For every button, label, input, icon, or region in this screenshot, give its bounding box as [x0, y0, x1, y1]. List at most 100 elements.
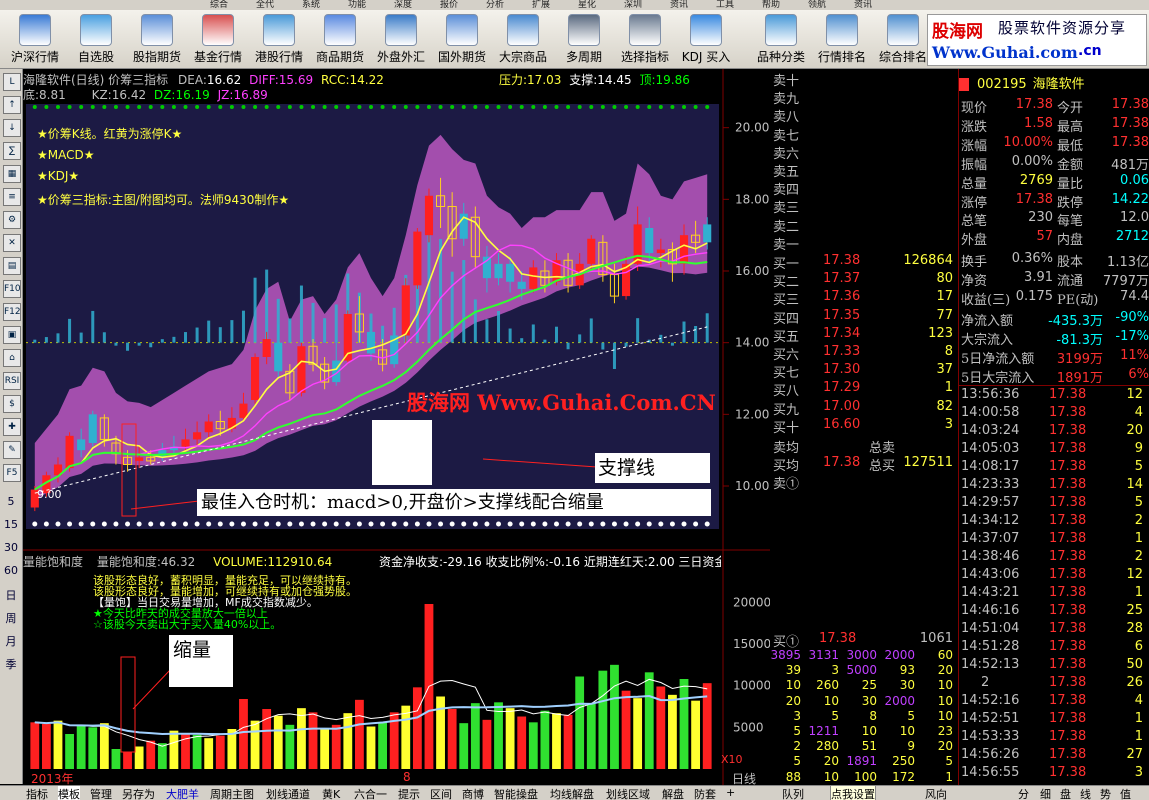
bottom-tab-8[interactable]: 六合一 [354, 786, 387, 800]
toolbar-button-10[interactable]: 选择指标 [614, 14, 676, 66]
sell-level-9[interactable]: 卖九 [773, 88, 799, 107]
sell-level-10[interactable]: 卖十 [773, 70, 799, 89]
bottom-right-tab-7[interactable]: 势 [1100, 786, 1111, 800]
left-tool-25[interactable]: 季 [2, 656, 20, 672]
buy-queue-header[interactable]: 买① 17.38 1061 [773, 631, 955, 650]
toolbar-button-11[interactable]: KDJ 买入 [675, 14, 737, 66]
buy-level-1[interactable]: 买一 17.38 126864 [773, 253, 955, 272]
bottom-right-tab-4[interactable]: 细 [1040, 786, 1051, 800]
left-tool-20[interactable]: 30 [2, 541, 20, 554]
toolbar-button-13[interactable]: 行情排名 [811, 14, 873, 66]
toolbar-button-12[interactable]: 品种分类 [750, 14, 812, 66]
menu-item-0[interactable]: 综合 [210, 0, 228, 10]
menu-item-7[interactable]: 扩展 [532, 0, 550, 10]
left-tool-12[interactable]: ⌂ [3, 349, 21, 367]
left-tool-11[interactable]: ▣ [3, 326, 21, 344]
left-tool-17[interactable]: F5 [3, 464, 21, 482]
left-tool-24[interactable]: 月 [2, 633, 20, 649]
toolbar-button-1[interactable]: 自选股 [65, 14, 127, 66]
menu-item-10[interactable]: 资讯 [670, 0, 688, 10]
toolbar-button-7[interactable]: 国外期货 [431, 14, 493, 66]
left-tool-1[interactable]: ↑ [3, 96, 21, 114]
bottom-right-tab-3[interactable]: 分 [1018, 786, 1029, 800]
bottom-tab-11[interactable]: 商博 [462, 786, 484, 800]
sell-level-4[interactable]: 卖四 [773, 179, 799, 198]
sell-level-6[interactable]: 卖六 [773, 143, 799, 162]
left-tool-6[interactable]: ⚙ [3, 211, 21, 229]
bottom-tab-15[interactable]: 解盘 [662, 786, 684, 800]
bottom-tab-0[interactable]: 指标 [26, 786, 48, 800]
menu-item-9[interactable]: 深圳 [624, 0, 642, 10]
left-tool-3[interactable]: ∑ [3, 142, 21, 160]
toolbar-button-0[interactable]: 沪深行情 [4, 14, 66, 66]
buy-level-7[interactable]: 买七 17.30 37 [773, 362, 955, 381]
bottom-tab-10[interactable]: 区间 [430, 786, 452, 800]
left-tool-14[interactable]: $ [3, 395, 21, 413]
left-tool-13[interactable]: RSI [3, 372, 21, 390]
bottom-right-tab-5[interactable]: 盘 [1060, 786, 1071, 800]
left-tool-22[interactable]: 日 [2, 587, 20, 603]
buy-level-8[interactable]: 买八 17.29 1 [773, 380, 955, 399]
buy-level-5[interactable]: 买五 17.34 123 [773, 326, 955, 345]
bottom-right-tab-1[interactable]: 点我设置 [830, 786, 876, 800]
bottom-tab-16[interactable]: 防套 [694, 786, 716, 800]
bottom-right-tab-0[interactable]: 队列 [782, 786, 804, 800]
sell-level-8[interactable]: 卖八 [773, 106, 799, 125]
bottom-tab-2[interactable]: 管理 [90, 786, 112, 800]
toolbar-button-4[interactable]: 港股行情 [248, 14, 310, 66]
menu-item-13[interactable]: 领航 [808, 0, 826, 10]
left-tool-9[interactable]: F10 [3, 280, 21, 298]
sell-level-5[interactable]: 卖五 [773, 161, 799, 180]
toolbar-button-6[interactable]: 外盘外汇 [370, 14, 432, 66]
toolbar-button-2[interactable]: 股指期货 [126, 14, 188, 66]
buy-level-6[interactable]: 买六 17.33 8 [773, 344, 955, 363]
toolbar-button-3[interactable]: 基金行情 [187, 14, 249, 66]
menu-item-4[interactable]: 深度 [394, 0, 412, 10]
left-tool-0[interactable]: L [3, 73, 21, 91]
toolbar-button-8[interactable]: 大宗商品 [492, 14, 554, 66]
buy-level-2[interactable]: 买二 17.37 80 [773, 271, 955, 290]
bottom-tab-6[interactable]: 划线通道 [266, 786, 310, 800]
buy-level-10[interactable]: 买十 16.60 3 [773, 417, 955, 436]
bottom-right-tab-2[interactable]: 风向 [925, 786, 947, 800]
left-tool-16[interactable]: ✎ [3, 441, 21, 459]
bottom-tab-14[interactable]: 划线区域 [606, 786, 650, 800]
bottom-tab-7[interactable]: 黄K [322, 786, 340, 800]
bottom-tab-17[interactable]: + [726, 786, 735, 799]
sell-level-2[interactable]: 卖二 [773, 216, 799, 235]
buy-level-3[interactable]: 买三 17.36 17 [773, 289, 955, 308]
sell-level-1[interactable]: 卖一 [773, 234, 799, 253]
menu-item-5[interactable]: 报价 [440, 0, 458, 10]
bottom-tab-4[interactable]: 大肥羊 [166, 786, 199, 800]
left-tool-4[interactable]: ▦ [3, 165, 21, 183]
menu-item-6[interactable]: 分析 [486, 0, 504, 10]
bottom-tab-12[interactable]: 智能操盘 [494, 786, 538, 800]
left-tool-23[interactable]: 周 [2, 610, 20, 626]
menu-item-14[interactable]: 资讯 [854, 0, 872, 10]
bottom-tab-13[interactable]: 均线解盘 [550, 786, 594, 800]
toolbar-button-9[interactable]: 多周期 [553, 14, 615, 66]
toolbar-button-14[interactable]: 综合排名 [872, 14, 934, 66]
sell-level-3[interactable]: 卖三 [773, 197, 799, 216]
bottom-right-tab-6[interactable]: 线 [1080, 786, 1091, 800]
bottom-tab-3[interactable]: 另存为 [122, 786, 155, 800]
left-tool-18[interactable]: 5 [2, 495, 20, 508]
buy-level-4[interactable]: 买四 17.35 77 [773, 308, 955, 327]
kline-chart-area[interactable]: 20.00 18.00 16.00 14.00 12.00 10.00 20000 15000… [23, 69, 770, 786]
left-tool-10[interactable]: F12 [3, 303, 21, 321]
buy-level-9[interactable]: 买九 17.00 82 [773, 399, 955, 418]
bottom-tab-5[interactable]: 周期主图 [210, 786, 254, 800]
menu-item-1[interactable]: 全代 [256, 0, 274, 10]
menu-item-8[interactable]: 星化 [578, 0, 596, 10]
left-tool-21[interactable]: 60 [2, 564, 20, 577]
menu-item-12[interactable]: 帮助 [762, 0, 780, 10]
sell-level-7[interactable]: 卖七 [773, 125, 799, 144]
sell-queue-label[interactable]: 卖① [773, 473, 799, 492]
left-tool-15[interactable]: ✚ [3, 418, 21, 436]
bottom-tab-1[interactable]: 模板 [58, 786, 80, 800]
left-tool-5[interactable]: ≡ [3, 188, 21, 206]
left-tool-19[interactable]: 15 [2, 518, 20, 531]
left-tool-2[interactable]: ↓ [3, 119, 21, 137]
left-tool-8[interactable]: ▤ [3, 257, 21, 275]
bottom-right-tab-8[interactable]: 值 [1120, 786, 1131, 800]
